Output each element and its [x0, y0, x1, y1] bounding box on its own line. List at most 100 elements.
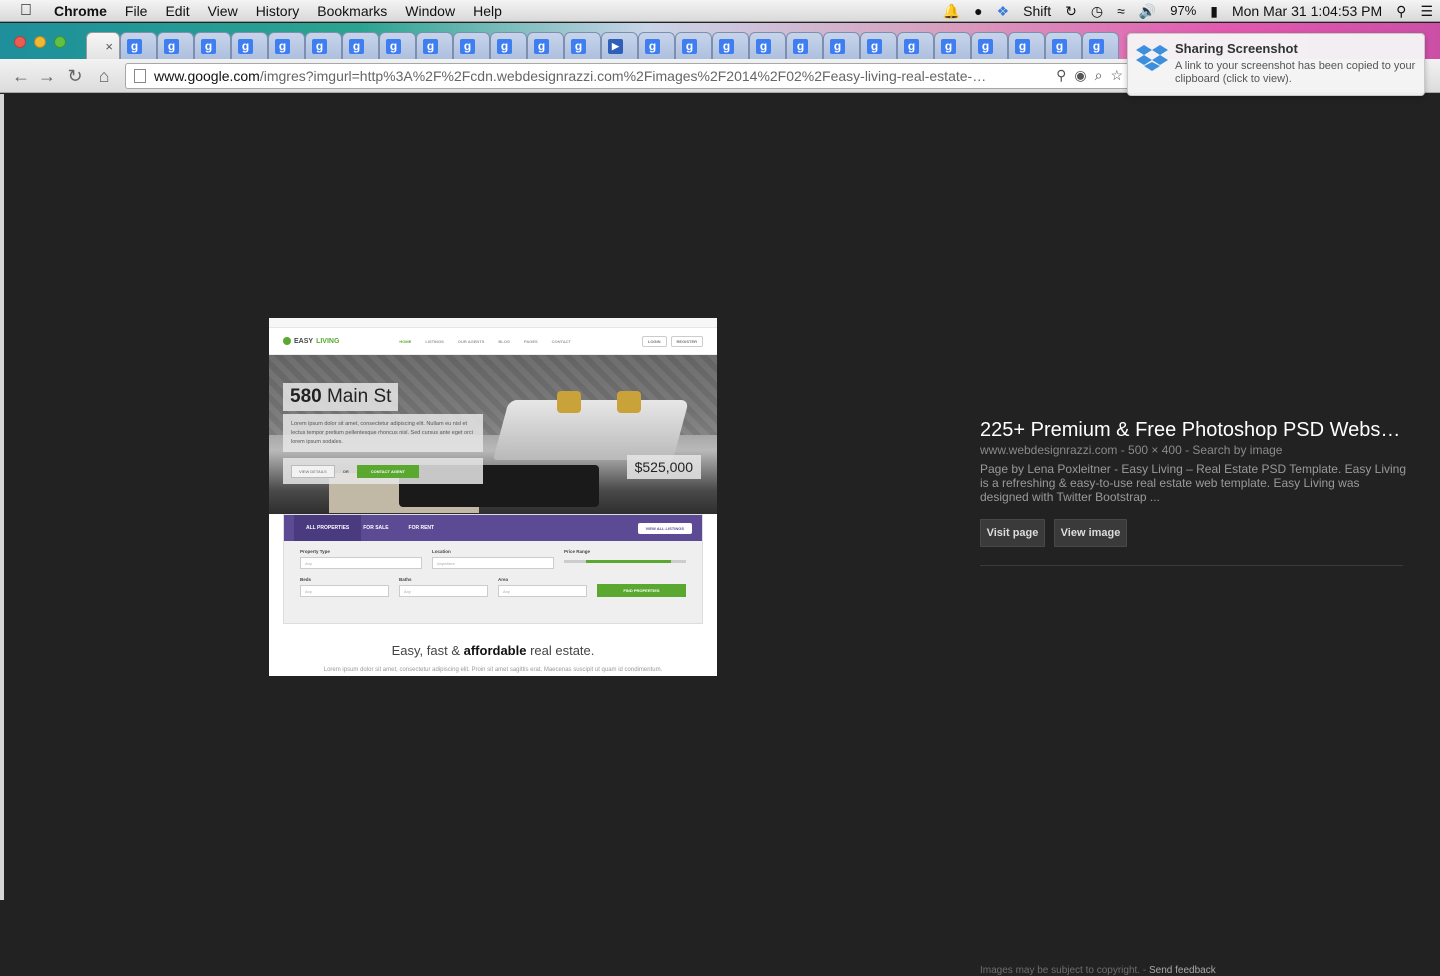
- clock[interactable]: Mon Mar 31 1:04:53 PM: [1225, 0, 1389, 22]
- menu-bookmarks[interactable]: Bookmarks: [308, 0, 396, 22]
- google-favicon-icon: g: [238, 38, 253, 54]
- status-area: 🔔 ● ❖ Shift ↻ ◷ ≈ 🔊 97% ▮ Mon Mar 31 1:0…: [936, 0, 1440, 22]
- tab-google[interactable]: g: [157, 32, 194, 59]
- tab-google[interactable]: g: [342, 32, 379, 59]
- time-machine-icon[interactable]: ◷: [1084, 0, 1110, 22]
- tab-google[interactable]: g: [305, 32, 342, 59]
- google-favicon-icon: g: [1089, 38, 1104, 54]
- address-bar[interactable]: www.google.com/imgres?imgurl=http%3A%2F%…: [125, 63, 1130, 89]
- tab-google[interactable]: g: [194, 32, 231, 59]
- tab-google[interactable]: g: [564, 32, 601, 59]
- battery-icon[interactable]: ▮: [1203, 0, 1225, 22]
- tab-google[interactable]: g: [971, 32, 1008, 59]
- tab-google[interactable]: g: [416, 32, 453, 59]
- preview-nav-listings: LISTINGS: [425, 338, 444, 344]
- tab-google[interactable]: g: [638, 32, 675, 59]
- wifi-icon[interactable]: ≈: [1110, 0, 1132, 22]
- logo-living: LIVING: [316, 337, 340, 345]
- lightbulb-icon[interactable]: ◉: [1074, 67, 1086, 84]
- preview-field: Property Type Any: [300, 541, 422, 569]
- tab-google[interactable]: ▶: [601, 32, 638, 59]
- menu-help[interactable]: Help: [464, 0, 511, 22]
- tab-google[interactable]: g: [860, 32, 897, 59]
- minimize-window-button[interactable]: [34, 36, 46, 48]
- spotlight-search-icon[interactable]: ⚲: [1389, 0, 1413, 22]
- preview-view-all: VIEW ALL LISTINGS: [637, 522, 692, 534]
- search-by-image-icon[interactable]: ⚲: [1056, 67, 1066, 84]
- tab-google[interactable]: g: [379, 32, 416, 59]
- forward-button[interactable]: →: [36, 65, 58, 87]
- google-favicon-icon: g: [719, 38, 734, 54]
- zoom-icon[interactable]: ⌕: [1095, 67, 1103, 84]
- preview-image[interactable]: EASY LIVING HOME LISTINGS OUR AGENTS BLO…: [269, 318, 717, 676]
- menu-view[interactable]: View: [199, 0, 247, 22]
- url-text[interactable]: www.google.com/imgres?imgurl=http%3A%2F%…: [154, 68, 1044, 84]
- tab-google[interactable]: g: [490, 32, 527, 59]
- tab-google[interactable]: g: [934, 32, 971, 59]
- hat-icon[interactable]: ●: [967, 0, 989, 22]
- home-button[interactable]: ⌂: [93, 65, 115, 87]
- menu-app-name[interactable]: Chrome: [52, 0, 116, 22]
- result-title-link[interactable]: 225+ Premium & Free Photoshop PSD Webs…: [980, 419, 1410, 442]
- tab-google[interactable]: g: [823, 32, 860, 59]
- notification-center-icon[interactable]: ☰: [1413, 0, 1440, 22]
- preview-field: Beds Any: [300, 569, 389, 597]
- bookmark-star-icon[interactable]: ☆: [1110, 67, 1123, 84]
- google-favicon-icon: g: [497, 38, 512, 54]
- volume-icon[interactable]: 🔊: [1132, 0, 1163, 22]
- dropbox-icon[interactable]: ❖: [990, 0, 1017, 22]
- preview-field: Baths Any: [399, 569, 488, 597]
- notification-bell-icon[interactable]: 🔔: [936, 0, 967, 22]
- visit-page-button[interactable]: Visit page: [980, 519, 1045, 547]
- tab-google[interactable]: g: [675, 32, 712, 59]
- tab-google[interactable]: g: [786, 32, 823, 59]
- page-icon: [134, 69, 146, 83]
- back-button[interactable]: ←: [10, 65, 32, 87]
- tagline-start: Easy, fast &: [391, 643, 464, 658]
- google-favicon-icon: g: [830, 38, 845, 54]
- tabs: × g g g g g g g g g g g g g ▶ g g g g g g g g g g g g g: [86, 32, 1119, 59]
- reload-button[interactable]: ↻: [64, 65, 86, 87]
- menu-file[interactable]: File: [116, 0, 157, 22]
- menu-window[interactable]: Window: [396, 0, 464, 22]
- shift-label[interactable]: Shift: [1016, 0, 1058, 22]
- preview-contact-agent: CONTACT AGENT: [356, 464, 419, 478]
- window-controls: [14, 36, 66, 48]
- menu-edit[interactable]: Edit: [156, 0, 198, 22]
- footer: Images may be subject to copyright. - Se…: [980, 965, 1216, 976]
- zoom-window-button[interactable]: [54, 36, 66, 48]
- tab-google[interactable]: g: [231, 32, 268, 59]
- tab-google[interactable]: g: [1045, 32, 1082, 59]
- view-image-button[interactable]: View image: [1054, 519, 1127, 547]
- preview-nav-links: HOME LISTINGS OUR AGENTS BLOG PAGES CONT…: [399, 339, 571, 344]
- logo-easy: EASY: [294, 337, 314, 345]
- preview-logo: EASY LIVING: [283, 337, 339, 345]
- preview-nav-home: HOME: [399, 338, 412, 344]
- tab-google[interactable]: g: [749, 32, 786, 59]
- google-favicon-icon: g: [127, 38, 142, 54]
- tab-google[interactable]: g: [712, 32, 749, 59]
- hero-cushion: [617, 391, 641, 413]
- tab-google[interactable]: g: [527, 32, 564, 59]
- apple-menu-icon[interactable]: : [0, 2, 52, 20]
- tab-active[interactable]: ×: [86, 32, 120, 59]
- tab-google[interactable]: g: [268, 32, 305, 59]
- tab-google[interactable]: g: [120, 32, 157, 59]
- close-window-button[interactable]: [14, 36, 26, 48]
- menu-history[interactable]: History: [247, 0, 309, 22]
- field-select: Any: [498, 585, 587, 597]
- slider-fill: [585, 560, 672, 563]
- result-meta[interactable]: www.webdesignrazzi.com - 500 × 400 - Sea…: [980, 443, 1282, 457]
- preview-or: OR: [342, 468, 349, 474]
- tab-google[interactable]: g: [453, 32, 490, 59]
- google-favicon-icon: g: [460, 38, 475, 54]
- send-feedback-link[interactable]: Send feedback: [1149, 965, 1216, 976]
- tab-google[interactable]: g: [1082, 32, 1119, 59]
- sync-icon[interactable]: ↻: [1058, 0, 1084, 22]
- tab-google[interactable]: g: [897, 32, 934, 59]
- dropbox-notification[interactable]: Sharing Screenshot A link to your screen…: [1127, 33, 1425, 96]
- close-tab-icon[interactable]: ×: [105, 39, 113, 54]
- price-slider: [564, 560, 686, 563]
- tab-google[interactable]: g: [1008, 32, 1045, 59]
- google-favicon-icon: g: [756, 38, 771, 54]
